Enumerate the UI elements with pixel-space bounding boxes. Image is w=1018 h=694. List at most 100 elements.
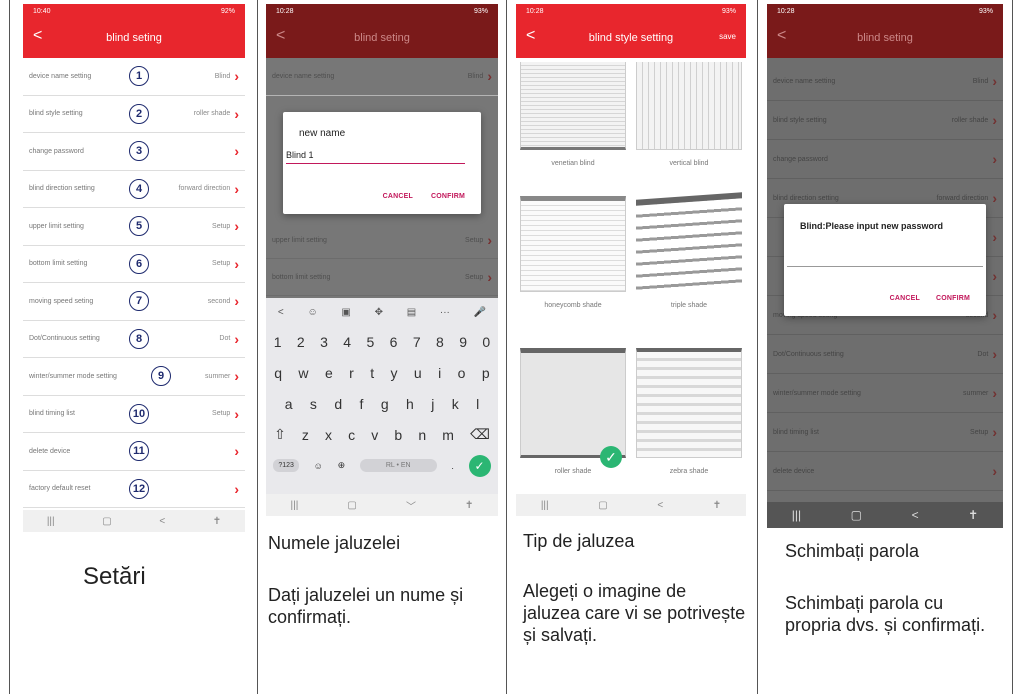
keyboard-tool-key[interactable]: < (278, 307, 284, 318)
keyboard-key[interactable]: l (476, 396, 479, 412)
recent-apps-icon[interactable]: ||| (792, 508, 801, 522)
settings-row[interactable]: Dot/Continuous setting 8 Dot › (23, 321, 245, 358)
back-icon[interactable]: < (777, 28, 786, 44)
keyboard-tool-key[interactable]: ✥ (375, 307, 383, 318)
settings-row[interactable]: blind style setting 2 roller shade › (23, 96, 245, 133)
keyboard-key[interactable]: j (431, 396, 434, 412)
keyboard-key[interactable]: 5 (366, 334, 374, 350)
back-icon[interactable]: < (276, 28, 285, 44)
keyboard-key[interactable]: ✓ (468, 454, 491, 477)
keyboard-tool-key[interactable]: ··· (440, 307, 450, 318)
keyboard-key[interactable]: s (310, 396, 317, 412)
keyboard-key[interactable]: 1 (274, 334, 282, 350)
keyboard-tool-key[interactable]: ☺ (307, 307, 317, 318)
password-input[interactable] (787, 266, 983, 267)
keyboard-key[interactable]: 9 (459, 334, 467, 350)
cancel-button[interactable]: CANCEL (890, 295, 920, 302)
keyboard-key[interactable]: g (381, 396, 389, 412)
keyboard-key[interactable]: . (451, 461, 454, 471)
keyboard-key[interactable]: a (285, 396, 293, 412)
keyboard-key[interactable]: b (394, 427, 402, 443)
keyboard-key[interactable]: t (370, 365, 374, 381)
keyboard-key[interactable]: y (391, 365, 398, 381)
recent-apps-icon[interactable]: ||| (541, 500, 549, 511)
keyboard-key[interactable]: n (418, 427, 426, 443)
back-icon[interactable]: < (33, 28, 42, 44)
accessibility-icon[interactable]: ✝ (968, 508, 978, 522)
keyboard-key[interactable]: h (406, 396, 414, 412)
keyboard-key[interactable]: w (298, 365, 308, 381)
back-nav-icon[interactable]: < (912, 508, 919, 522)
settings-row[interactable]: change password 3 › (23, 133, 245, 171)
blind-option-honeycomb[interactable]: honeycomb shade (520, 196, 626, 309)
keyboard-key[interactable]: 6 (390, 334, 398, 350)
keyboard-key[interactable]: r (349, 365, 354, 381)
keyboard-key[interactable]: f (360, 396, 364, 412)
keyboard-key[interactable]: ⊕ (338, 460, 346, 471)
save-button[interactable]: save (719, 32, 736, 41)
blind-option-zebra[interactable]: zebra shade (636, 348, 742, 475)
keyboard-key[interactable]: p (482, 365, 490, 381)
keyboard-key[interactable]: 0 (482, 334, 490, 350)
keyboard-key[interactable]: q (274, 365, 282, 381)
back-icon[interactable]: < (526, 28, 535, 44)
keyboard-key[interactable]: 8 (436, 334, 444, 350)
page-title: blind seting (857, 32, 913, 44)
keyboard-key[interactable]: 7 (413, 334, 421, 350)
keyboard-key[interactable]: d (334, 396, 342, 412)
blind-option-triple[interactable]: triple shade (636, 192, 742, 309)
blind-option-venetian[interactable]: venetian blind (520, 62, 626, 167)
confirm-button[interactable]: CONFIRM (936, 295, 970, 302)
home-icon[interactable]: ▢ (851, 508, 862, 522)
settings-row[interactable]: upper limit setting 5 Setup › (23, 208, 245, 246)
back-nav-icon[interactable]: < (657, 500, 663, 511)
accessibility-icon[interactable]: ✝ (213, 516, 221, 527)
settings-row[interactable]: blind direction setting 4 forward directio… (23, 171, 245, 208)
settings-row[interactable]: moving speed seting 7 second › (23, 283, 245, 321)
keyboard-key[interactable]: u (414, 365, 422, 381)
keyboard-key[interactable]: RL • EN (359, 459, 437, 472)
keyboard-key[interactable]: ⇧ (274, 426, 286, 443)
keyboard-key[interactable]: 4 (343, 334, 351, 350)
keyboard-key[interactable]: i (438, 365, 441, 381)
keyboard-key[interactable]: z (302, 427, 309, 443)
keyboard-tool-key[interactable]: ▣ (341, 307, 350, 318)
keyboard-key[interactable]: ?123 (273, 459, 299, 472)
accessibility-icon[interactable]: ✝ (465, 500, 473, 511)
back-nav-icon[interactable]: < (159, 516, 165, 527)
keyboard-key[interactable]: ☺ (314, 461, 323, 471)
keyboard-key[interactable]: e (325, 365, 333, 381)
recent-apps-icon[interactable]: ||| (291, 500, 299, 511)
keyboard-key[interactable]: o (458, 365, 466, 381)
keyboard-tool-key[interactable]: ▤ (407, 307, 416, 318)
home-icon[interactable]: ▢ (102, 516, 111, 527)
cancel-button[interactable]: CANCEL (383, 193, 413, 200)
settings-row[interactable]: winter/summer mode setting 9 summer › (23, 358, 245, 396)
recent-apps-icon[interactable]: ||| (47, 516, 55, 527)
settings-row[interactable]: device name setting 1 Blind › (23, 58, 245, 96)
keyboard-key[interactable]: m (442, 427, 454, 443)
keyboard-key[interactable]: 3 (320, 334, 328, 350)
keyboard-key[interactable]: ⌫ (470, 426, 490, 443)
settings-row[interactable]: delete device 11 › (23, 433, 245, 471)
accessibility-icon[interactable]: ✝ (713, 500, 721, 511)
settings-row[interactable]: blind timing list 10 Setup › (23, 396, 245, 433)
blind-option-vertical[interactable]: vertical blind (636, 62, 742, 167)
home-icon[interactable]: ▢ (598, 500, 607, 511)
keyboard-key[interactable]: c (348, 427, 355, 443)
confirm-button[interactable]: CONFIRM (431, 193, 465, 200)
row-value: Setup (465, 236, 484, 244)
keyboard-key[interactable]: 2 (297, 334, 305, 350)
keyboard-key[interactable]: v (371, 427, 378, 443)
step-number-badge: 4 (129, 178, 149, 199)
row-label: device name setting (272, 72, 335, 80)
settings-row[interactable]: factory default reset 12 › (23, 471, 245, 508)
keyboard-key[interactable]: k (452, 396, 459, 412)
blind-option-roller[interactable]: ✓ roller shade (520, 348, 626, 475)
keyboard-key[interactable]: x (325, 427, 332, 443)
hide-keyboard-icon[interactable]: ﹀ (406, 498, 416, 513)
keyboard-tool-key[interactable]: 🎤 (474, 307, 486, 318)
settings-row[interactable]: bottom limit setting 6 Setup › (23, 246, 245, 283)
home-icon[interactable]: ▢ (347, 500, 356, 511)
name-input[interactable]: Blind 1 (286, 148, 465, 164)
